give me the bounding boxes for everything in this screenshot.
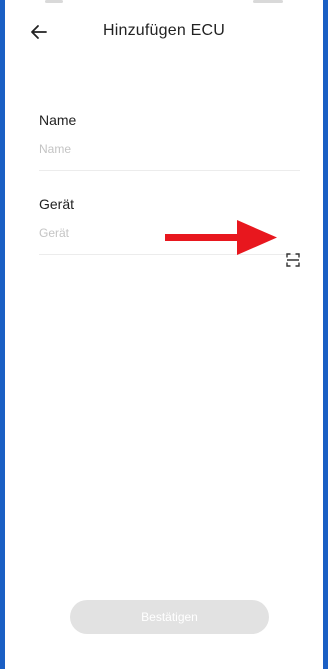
page-title: Hinzufügen ECU [103,22,225,39]
status-bar [5,0,323,6]
name-divider [39,170,300,171]
app-screen: Hinzufügen ECU Name Gerät Bestätigen [5,0,323,669]
name-input[interactable] [39,142,300,156]
name-label: Name [39,112,77,128]
scan-button[interactable] [286,253,300,267]
device-label: Gerät [39,196,75,212]
confirm-button[interactable]: Bestätigen [70,600,269,634]
status-indicator [45,0,63,3]
scan-icon [286,253,300,267]
status-indicator [253,0,283,3]
red-arrow-annotation [165,220,277,255]
name-field: Name [39,112,300,171]
